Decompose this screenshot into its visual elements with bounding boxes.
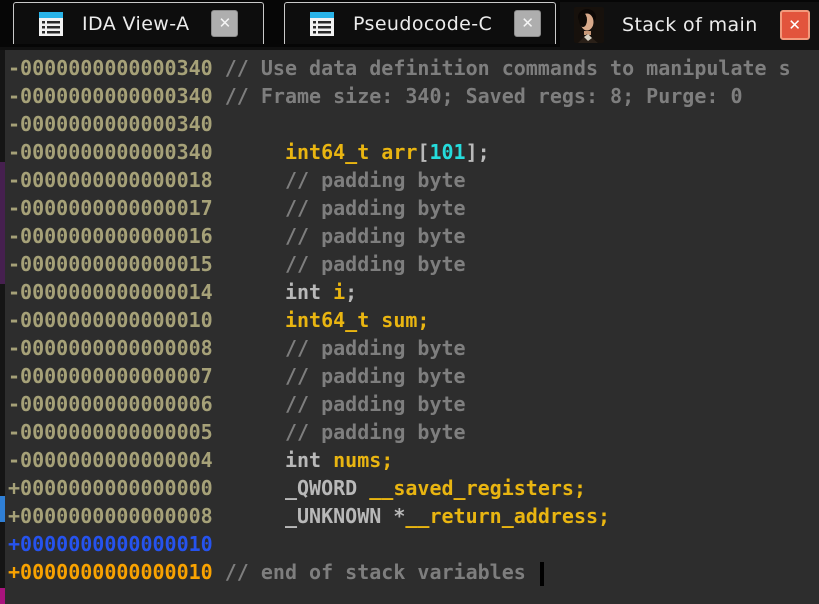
stack-offset: -0000000000000340 [8, 56, 213, 80]
stack-text [213, 308, 285, 332]
stack-line[interactable]: -0000000000000017 // padding byte [5, 194, 819, 222]
stack-line[interactable]: -0000000000000007 // padding byte [5, 362, 819, 390]
stack-text: i [333, 280, 345, 304]
stack-text [213, 476, 285, 500]
stack-text: // padding byte [213, 420, 466, 444]
stack-offset: +0000000000000010 [8, 560, 213, 584]
stack-text: int [213, 448, 333, 472]
stack-offset: +0000000000000010 [8, 532, 213, 556]
disasm-view-icon [38, 11, 64, 37]
tab-label: Stack of main [622, 14, 758, 36]
stack-offset: -0000000000000340 [8, 112, 213, 136]
stack-line[interactable]: -0000000000000018 // padding byte [5, 166, 819, 194]
stack-offset: -0000000000000016 [8, 224, 213, 248]
stack-offset: +0000000000000008 [8, 504, 213, 528]
stack-frame-view[interactable]: -0000000000000340 // Use data definition… [5, 50, 819, 604]
stack-offset: -0000000000000015 [8, 252, 213, 276]
stack-text: __return_address; [405, 504, 610, 528]
tab-label: IDA View-A [82, 13, 189, 35]
stack-offset: -0000000000000018 [8, 168, 213, 192]
stack-line[interactable]: -0000000000000004 int nums; [5, 446, 819, 474]
stack-text: // Frame size: 340; Saved regs: 8; Purge… [213, 84, 743, 108]
stack-offset: -0000000000000004 [8, 448, 213, 472]
close-icon[interactable]: ✕ [780, 10, 810, 40]
stack-line[interactable]: -0000000000000010 int64_t sum; [5, 306, 819, 334]
stack-text: ]; [466, 140, 490, 164]
stack-text: // padding byte [213, 224, 466, 248]
tab-pseudocode-c[interactable]: Pseudocode-C ✕ [284, 2, 556, 44]
stack-text: int64_t sum; [285, 308, 430, 332]
ida-stack-window: IDA View-A ✕ Pseudocode-C ✕ [0, 0, 819, 604]
stack-line[interactable]: +0000000000000010 [5, 530, 819, 558]
stack-line[interactable]: -0000000000000008 // padding byte [5, 334, 819, 362]
stack-line[interactable]: -0000000000000006 // padding byte [5, 390, 819, 418]
text-cursor [540, 562, 544, 586]
stack-text: // Use data definition commands to manip… [213, 56, 791, 80]
stack-text: ; [345, 280, 357, 304]
stack-offset: -0000000000000010 [8, 308, 213, 332]
stack-text: // padding byte [213, 336, 466, 360]
stack-text: _UNKNOWN * [285, 504, 405, 528]
stack-text: // padding byte [213, 392, 466, 416]
stack-offset: -0000000000000006 [8, 392, 213, 416]
stack-offset: -0000000000000007 [8, 364, 213, 388]
stack-text: int [213, 280, 333, 304]
stack-line[interactable]: -0000000000000014 int i; [5, 278, 819, 306]
tab-ida-view-a[interactable]: IDA View-A ✕ [13, 2, 264, 44]
close-icon[interactable]: ✕ [514, 10, 541, 37]
stack-text [213, 140, 285, 164]
stack-text: // padding byte [213, 168, 466, 192]
stack-line[interactable]: -0000000000000340 [5, 110, 819, 138]
portrait-icon [574, 7, 604, 43]
stack-offset: -0000000000000014 [8, 280, 213, 304]
stack-text: int64_t arr [285, 140, 417, 164]
stack-offset: -0000000000000340 [8, 84, 213, 108]
stack-line[interactable]: +0000000000000010 // end of stack variab… [5, 558, 819, 586]
stack-text: // end of stack variables [213, 560, 538, 584]
tab-label: Pseudocode-C [353, 13, 492, 35]
stack-text: // padding byte [213, 196, 466, 220]
stack-text: 101 [429, 140, 465, 164]
stack-line[interactable]: -0000000000000340 // Use data definition… [5, 54, 819, 82]
stack-text: [ [417, 140, 429, 164]
stack-line[interactable]: -0000000000000005 // padding byte [5, 418, 819, 446]
tab-bar: IDA View-A ✕ Pseudocode-C ✕ [0, 0, 819, 50]
tab-stack-of-main[interactable]: Stack of main ✕ [560, 2, 819, 48]
stack-offset: -0000000000000340 [8, 140, 213, 164]
disasm-view-icon [309, 11, 335, 37]
stack-line[interactable]: +0000000000000000 _QWORD __saved_registe… [5, 474, 819, 502]
stack-line[interactable]: -0000000000000340 // Frame size: 340; Sa… [5, 82, 819, 110]
stack-offset: -0000000000000017 [8, 196, 213, 220]
stack-text [213, 504, 285, 528]
stack-line[interactable]: -0000000000000015 // padding byte [5, 250, 819, 278]
stack-offset: -0000000000000008 [8, 336, 213, 360]
stack-offset: +0000000000000000 [8, 476, 213, 500]
stack-line[interactable]: -0000000000000016 // padding byte [5, 222, 819, 250]
stack-text: nums; [333, 448, 393, 472]
stack-line[interactable]: +0000000000000008 _UNKNOWN *__return_add… [5, 502, 819, 530]
close-icon[interactable]: ✕ [211, 10, 238, 37]
stack-offset: -0000000000000005 [8, 420, 213, 444]
stack-text: __saved_registers; [369, 476, 586, 500]
stack-line[interactable]: -0000000000000340 int64_t arr[101]; [5, 138, 819, 166]
stack-text: _QWORD [285, 476, 369, 500]
stack-text: // padding byte [213, 364, 466, 388]
stack-text: // padding byte [213, 252, 466, 276]
